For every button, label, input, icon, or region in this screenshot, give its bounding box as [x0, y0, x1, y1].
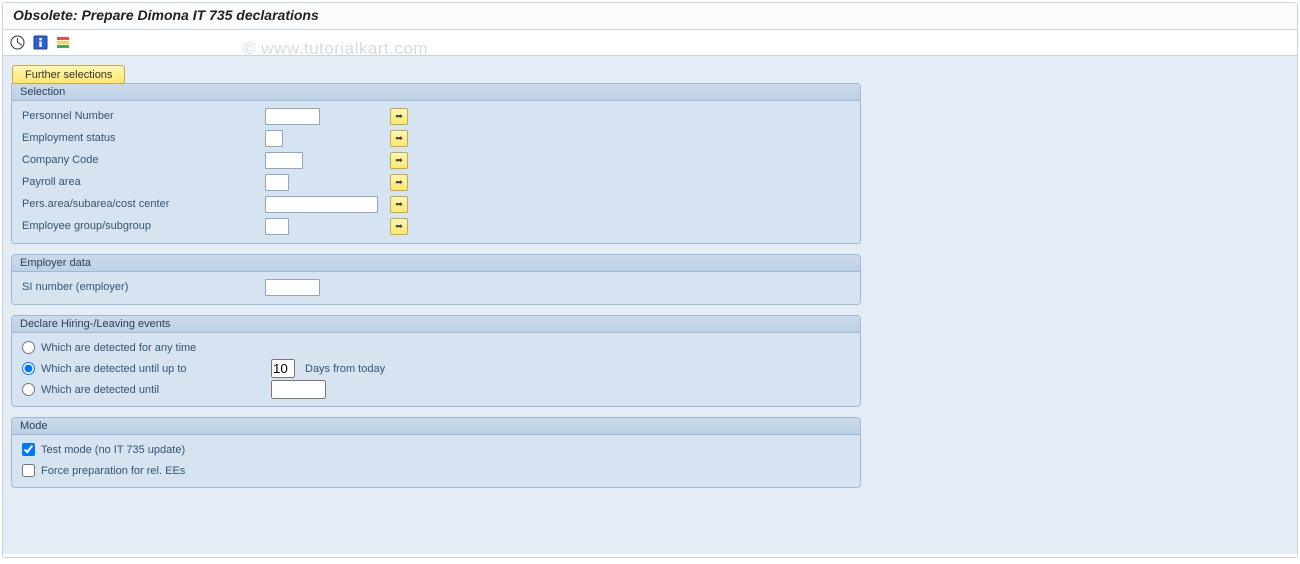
form-row: Payroll area — [20, 171, 852, 193]
group-declare: Declare Hiring-/Leaving events Which are… — [11, 315, 861, 407]
radio-row: Which are detected until — [20, 379, 852, 400]
page-title: Obsolete: Prepare Dimona IT 735 declarat… — [3, 3, 1297, 30]
multiple-selection-button[interactable] — [390, 152, 408, 169]
checkbox-label: Force preparation for rel. EEs — [41, 465, 185, 477]
radio-row: Which are detected until up to Days from … — [20, 358, 852, 379]
form-row: Personnel Number — [20, 105, 852, 127]
form-row: Company Code — [20, 149, 852, 171]
field-label: Personnel Number — [20, 110, 265, 122]
field-label: SI number (employer) — [20, 281, 265, 293]
field-label: Payroll area — [20, 176, 265, 188]
toolbar — [3, 30, 1297, 56]
checkbox[interactable] — [22, 443, 35, 456]
radio-row: Which are detected for any time — [20, 337, 852, 358]
form-row: Employment status — [20, 127, 852, 149]
multiple-selection-button[interactable] — [390, 130, 408, 147]
group-mode: Mode Test mode (no IT 735 update) Force p… — [11, 417, 861, 488]
text-input[interactable] — [265, 279, 320, 296]
text-input[interactable] — [265, 196, 378, 213]
info-icon[interactable] — [32, 34, 49, 51]
text-input[interactable] — [265, 108, 320, 125]
further-selections-button[interactable]: Further selections — [12, 65, 125, 84]
text-input[interactable] — [271, 380, 326, 399]
form-row: Pers.area/subarea/cost center — [20, 193, 852, 215]
multiple-selection-button[interactable] — [390, 174, 408, 191]
content-area: Further selections Selection Personnel N… — [3, 56, 1297, 554]
multiple-selection-button[interactable] — [390, 108, 408, 125]
check-row: Force preparation for rel. EEs — [20, 460, 852, 481]
radio-label: Which are detected until up to — [41, 363, 187, 375]
group-title-employer: Employer data — [12, 255, 860, 272]
text-input[interactable] — [265, 174, 289, 191]
radio-option[interactable] — [22, 383, 35, 396]
checkbox[interactable] — [22, 464, 35, 477]
variant-icon[interactable] — [55, 34, 72, 51]
field-label: Employee group/subgroup — [20, 220, 265, 232]
multiple-selection-button[interactable] — [390, 196, 408, 213]
form-row: Employee group/subgroup — [20, 215, 852, 237]
group-title-selection: Selection — [12, 84, 860, 101]
execute-icon[interactable] — [9, 34, 26, 51]
text-input[interactable] — [271, 359, 295, 378]
form-row: SI number (employer) — [20, 276, 852, 298]
radio-option[interactable] — [22, 341, 35, 354]
suffix-label: Days from today — [305, 363, 385, 375]
group-title-mode: Mode — [12, 418, 860, 435]
text-input[interactable] — [265, 152, 303, 169]
checkbox-label: Test mode (no IT 735 update) — [41, 444, 185, 456]
check-row: Test mode (no IT 735 update) — [20, 439, 852, 460]
text-input[interactable] — [265, 218, 289, 235]
group-employer: Employer data SI number (employer) — [11, 254, 861, 305]
field-label: Pers.area/subarea/cost center — [20, 198, 265, 210]
radio-label: Which are detected for any time — [41, 342, 196, 354]
field-label: Company Code — [20, 154, 265, 166]
field-label: Employment status — [20, 132, 265, 144]
multiple-selection-button[interactable] — [390, 218, 408, 235]
group-title-declare: Declare Hiring-/Leaving events — [12, 316, 860, 333]
radio-option[interactable] — [22, 362, 35, 375]
radio-label: Which are detected until — [41, 384, 159, 396]
group-selection: Further selections Selection Personnel N… — [11, 83, 861, 244]
text-input[interactable] — [265, 130, 283, 147]
